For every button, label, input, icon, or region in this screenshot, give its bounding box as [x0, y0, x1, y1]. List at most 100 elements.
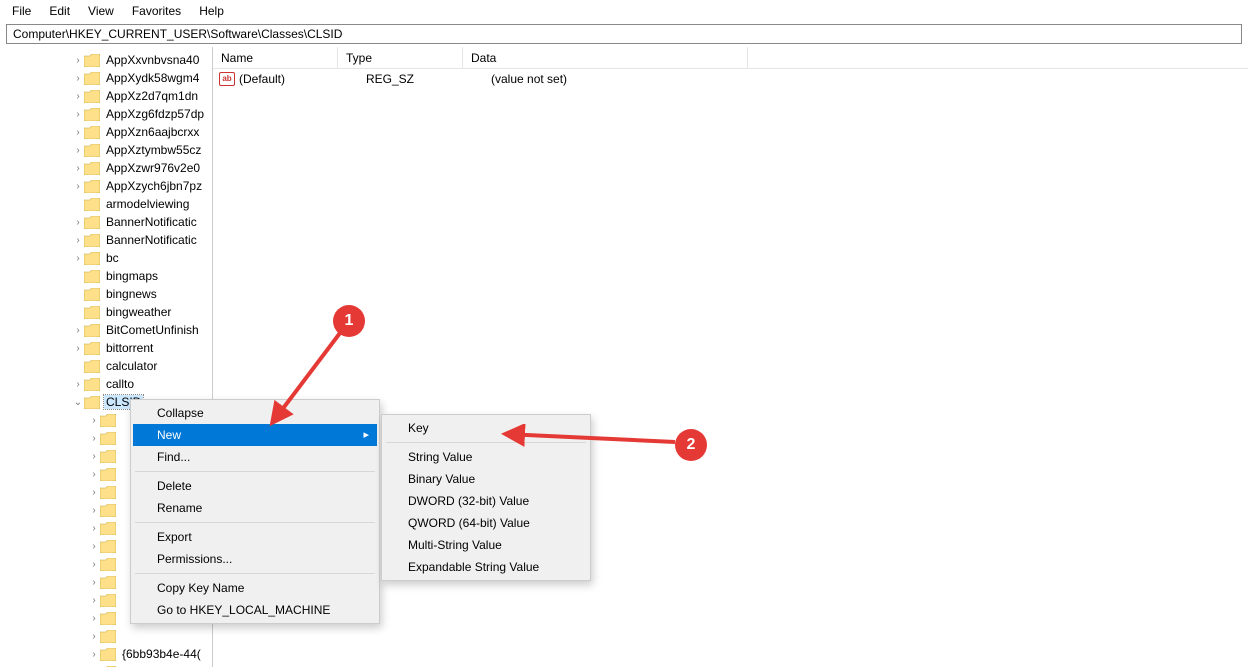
- expander-icon[interactable]: ›: [88, 576, 100, 588]
- expander-icon[interactable]: ›: [88, 504, 100, 516]
- value-row[interactable]: ab (Default) REG_SZ (value not set): [213, 69, 1248, 89]
- ctx-new-string[interactable]: String Value: [384, 446, 588, 468]
- ctx-new-dword[interactable]: DWORD (32-bit) Value: [384, 490, 588, 512]
- expander-icon[interactable]: ›: [72, 126, 84, 138]
- folder-icon: [84, 270, 100, 283]
- expander-icon[interactable]: ›: [72, 252, 84, 264]
- tree-item[interactable]: bingweather: [32, 303, 212, 321]
- tree-item[interactable]: › BannerNotificatic: [32, 231, 212, 249]
- expander-icon[interactable]: ›: [88, 468, 100, 480]
- folder-icon: [100, 486, 116, 499]
- menu-view[interactable]: View: [80, 2, 122, 20]
- ctx-new-key[interactable]: Key: [384, 417, 588, 439]
- tree-item[interactable]: bingnews: [32, 285, 212, 303]
- expander-icon[interactable]: ›: [88, 522, 100, 534]
- expander-icon[interactable]: ›: [72, 90, 84, 102]
- folder-icon: [84, 54, 100, 67]
- expander-icon[interactable]: ⌄: [72, 396, 84, 408]
- tree-item[interactable]: › BitCometUnfinish: [32, 321, 212, 339]
- expander-icon[interactable]: ›: [72, 234, 84, 246]
- tree-item[interactable]: › {6bb93b4e-44(: [32, 645, 212, 663]
- ctx-export[interactable]: Export: [133, 526, 377, 548]
- expander-icon[interactable]: ›: [88, 432, 100, 444]
- tree-label: BitCometUnfinish: [104, 323, 201, 337]
- ctx-collapse[interactable]: Collapse: [133, 402, 377, 424]
- expander-icon[interactable]: ›: [72, 378, 84, 390]
- expander-icon[interactable]: ›: [72, 144, 84, 156]
- expander-icon[interactable]: ›: [88, 630, 100, 642]
- tree-item[interactable]: › AppXzych6jbn7pz: [32, 177, 212, 195]
- tree-label: armodelviewing: [104, 197, 191, 211]
- ctx-new[interactable]: New: [133, 424, 377, 446]
- tree-item[interactable]: armodelviewing: [32, 195, 212, 213]
- tree-item[interactable]: › AppXydk58wgm4: [32, 69, 212, 87]
- expander-icon[interactable]: ›: [72, 216, 84, 228]
- expander-icon[interactable]: ›: [72, 324, 84, 336]
- col-name[interactable]: Name: [213, 47, 338, 68]
- expander-icon[interactable]: ›: [72, 180, 84, 192]
- col-data[interactable]: Data: [463, 47, 748, 68]
- tree-item[interactable]: › AppXzwr976v2e0: [32, 159, 212, 177]
- menu-favorites[interactable]: Favorites: [124, 2, 189, 20]
- folder-icon: [84, 90, 100, 103]
- tree-item[interactable]: › {71DCE5D6-4B: [32, 663, 212, 667]
- folder-icon: [84, 126, 100, 139]
- menu-help[interactable]: Help: [191, 2, 232, 20]
- expander-icon[interactable]: ›: [72, 108, 84, 120]
- ctx-find[interactable]: Find...: [133, 446, 377, 468]
- tree-item[interactable]: › AppXztymbw55cz: [32, 141, 212, 159]
- expander-icon[interactable]: ›: [88, 612, 100, 624]
- ctx-new-qword[interactable]: QWORD (64-bit) Value: [384, 512, 588, 534]
- expander-icon[interactable]: ›: [72, 54, 84, 66]
- tree-item[interactable]: › bc: [32, 249, 212, 267]
- expander-icon[interactable]: ›: [88, 540, 100, 552]
- ctx-copy-key-name[interactable]: Copy Key Name: [133, 577, 377, 599]
- tree-item[interactable]: calculator: [32, 357, 212, 375]
- tree-item[interactable]: › BannerNotificatic: [32, 213, 212, 231]
- tree-item[interactable]: bingmaps: [32, 267, 212, 285]
- ctx-rename[interactable]: Rename: [133, 497, 377, 519]
- ctx-delete[interactable]: Delete: [133, 475, 377, 497]
- address-bar[interactable]: Computer\HKEY_CURRENT_USER\Software\Clas…: [6, 24, 1242, 44]
- tree-item[interactable]: ›: [32, 627, 212, 645]
- tree-item[interactable]: › AppXzg6fdzp57dp: [32, 105, 212, 123]
- ctx-new-binary[interactable]: Binary Value: [384, 468, 588, 490]
- tree-label: bingnews: [104, 287, 159, 301]
- ctx-new-multi[interactable]: Multi-String Value: [384, 534, 588, 556]
- folder-icon: [84, 378, 100, 391]
- tree-label: AppXztymbw55cz: [104, 143, 203, 157]
- tree-item[interactable]: › AppXzn6aajbcrxx: [32, 123, 212, 141]
- folder-icon: [100, 612, 116, 625]
- tree-item[interactable]: › bittorrent: [32, 339, 212, 357]
- expander-icon[interactable]: ›: [88, 558, 100, 570]
- menu-separator: [386, 442, 586, 443]
- expander-icon[interactable]: ›: [88, 486, 100, 498]
- tree-label: calculator: [104, 359, 159, 373]
- col-type[interactable]: Type: [338, 47, 463, 68]
- tree-label: bc: [104, 251, 121, 265]
- expander-icon[interactable]: ›: [72, 162, 84, 174]
- folder-icon: [100, 648, 116, 661]
- ctx-permissions[interactable]: Permissions...: [133, 548, 377, 570]
- tree-label: bittorrent: [104, 341, 155, 355]
- folder-icon: [100, 504, 116, 517]
- menu-edit[interactable]: Edit: [41, 2, 78, 20]
- expander-icon[interactable]: ›: [72, 72, 84, 84]
- ctx-goto-hklm[interactable]: Go to HKEY_LOCAL_MACHINE: [133, 599, 377, 621]
- folder-icon: [100, 522, 116, 535]
- expander-icon[interactable]: ›: [88, 648, 100, 660]
- expander-icon[interactable]: ›: [88, 450, 100, 462]
- folder-icon: [84, 144, 100, 157]
- tree-label: AppXydk58wgm4: [104, 71, 201, 85]
- tree-item[interactable]: › AppXz2d7qm1dn: [32, 87, 212, 105]
- expander-icon[interactable]: ›: [72, 342, 84, 354]
- expander-icon[interactable]: ›: [88, 594, 100, 606]
- menu-file[interactable]: File: [4, 2, 39, 20]
- expander-icon[interactable]: ›: [88, 414, 100, 426]
- tree-item[interactable]: › AppXxvnbvsna40: [32, 51, 212, 69]
- folder-icon: [100, 540, 116, 553]
- folder-icon: [100, 450, 116, 463]
- tree-item[interactable]: › callto: [32, 375, 212, 393]
- ctx-new-exp[interactable]: Expandable String Value: [384, 556, 588, 578]
- reg-string-icon: ab: [219, 72, 235, 86]
